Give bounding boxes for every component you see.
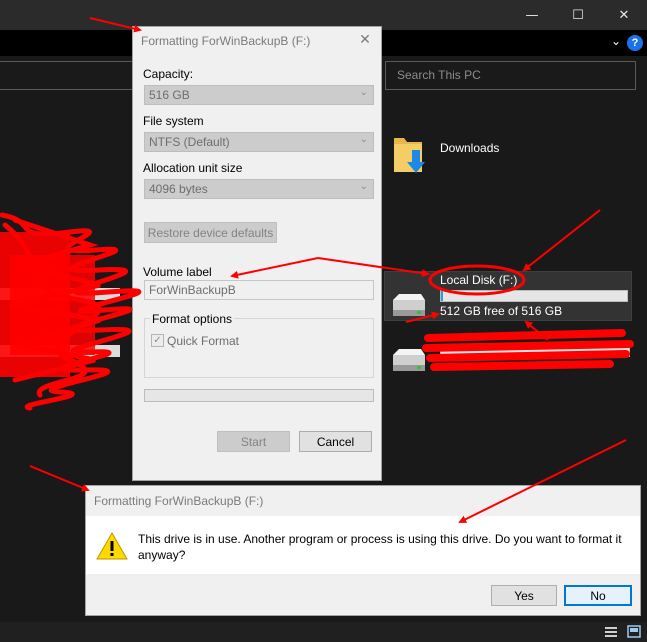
start-button[interactable]: Start <box>217 431 290 452</box>
quick-format-checkbox[interactable]: ✓ <box>151 334 164 347</box>
volume-label-field[interactable]: ForWinBackupB <box>144 280 374 300</box>
yes-button[interactable]: Yes <box>491 585 557 606</box>
help-icon[interactable]: ? <box>627 35 643 51</box>
maximize-button[interactable]: ☐ <box>555 0 601 30</box>
left-drive-bar-1 <box>0 288 120 300</box>
format-progress-bar <box>144 389 374 402</box>
close-icon: ✕ <box>618 7 630 23</box>
confirm-dialog-body: This drive is in use. Another program or… <box>86 516 640 574</box>
drive-usage-bar <box>440 290 628 302</box>
filesystem-value: NTFS (Default) <box>149 135 230 149</box>
minimize-button[interactable]: — <box>509 0 555 30</box>
close-icon[interactable]: ✕ <box>355 30 375 50</box>
filesystem-label: File system <box>143 114 204 128</box>
allocation-select[interactable]: 4096 bytes ⌄ <box>144 179 374 199</box>
second-drive-usage-bar <box>440 346 630 357</box>
chevron-down-icon[interactable]: ⌄ <box>611 34 621 48</box>
local-disk-name: Local Disk (F:) <box>440 273 518 287</box>
confirm-message: This drive is in use. Another program or… <box>138 532 622 562</box>
downloads-folder[interactable] <box>392 132 432 181</box>
search-input[interactable]: Search This PC <box>385 61 636 90</box>
capacity-select[interactable]: 516 GB ⌄ <box>144 85 374 105</box>
no-button[interactable]: No <box>564 585 632 606</box>
hard-drive-icon <box>393 294 425 316</box>
left-drive-bar-2 <box>0 345 120 357</box>
drive-free-space: 512 GB free of 516 GB <box>440 304 563 318</box>
minimize-icon: — <box>525 7 539 23</box>
capacity-label: Capacity: <box>143 67 194 81</box>
status-bar <box>0 622 647 642</box>
format-dialog: Formatting ForWinBackupB (F:) ✕ Capacity… <box>132 26 382 481</box>
confirm-dialog-title: Formatting ForWinBackupB (F:) <box>94 494 264 508</box>
filesystem-select[interactable]: NTFS (Default) ⌄ <box>144 132 374 152</box>
large-icons-view-icon[interactable] <box>627 625 641 638</box>
close-window-button[interactable]: ✕ <box>601 0 647 30</box>
allocation-value: 4096 bytes <box>149 182 208 196</box>
downloads-folder-icon <box>394 138 425 173</box>
details-view-icon[interactable] <box>604 625 618 638</box>
restore-defaults-button[interactable]: Restore device defaults <box>144 222 277 243</box>
warning-icon <box>96 532 128 560</box>
format-options-group <box>144 318 374 378</box>
second-hard-drive-icon[interactable] <box>389 347 429 375</box>
chevron-down-icon: ⌄ <box>359 87 368 98</box>
capacity-value: 516 GB <box>149 88 190 102</box>
allocation-label: Allocation unit size <box>143 161 243 175</box>
confirm-dialog: Formatting ForWinBackupB (F:) This drive… <box>85 485 641 616</box>
quick-format-label[interactable]: Quick Format <box>167 334 239 348</box>
drive-usage-fill <box>441 291 443 301</box>
chevron-down-icon: ⌄ <box>359 134 368 145</box>
format-dialog-title: Formatting ForWinBackupB (F:) <box>141 34 311 48</box>
volume-label-label: Volume label <box>143 265 212 279</box>
downloads-label[interactable]: Downloads <box>440 141 499 155</box>
format-options-label: Format options <box>150 312 235 326</box>
maximize-icon: ☐ <box>572 7 584 23</box>
chevron-down-icon: ⌄ <box>359 181 368 192</box>
cancel-button[interactable]: Cancel <box>299 431 372 452</box>
